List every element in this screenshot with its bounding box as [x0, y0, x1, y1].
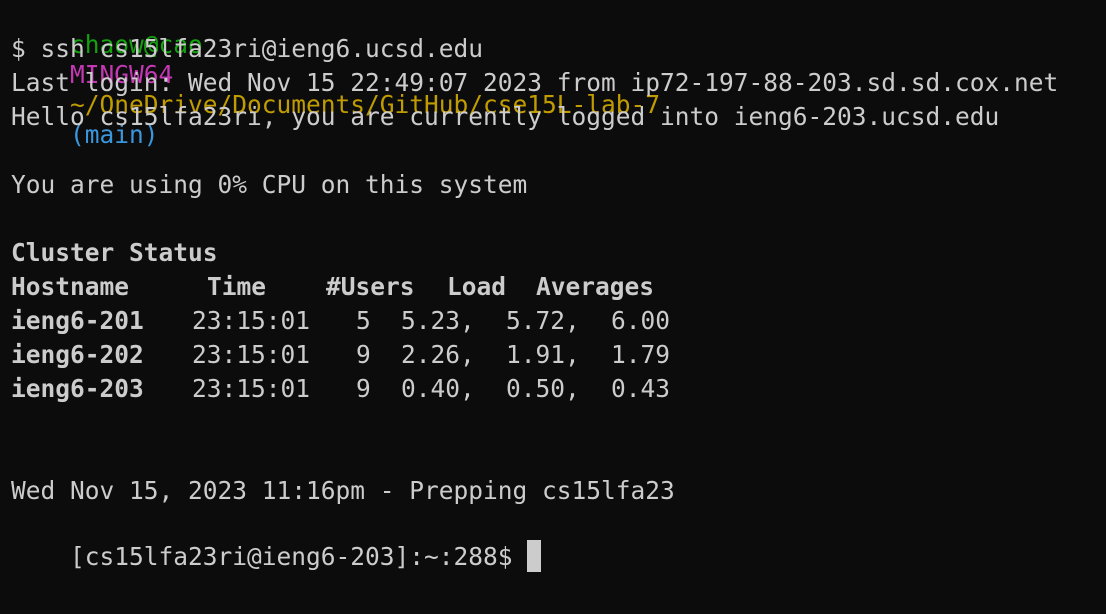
- row-users: 9: [356, 374, 371, 403]
- terminal-window[interactable]: chaow@cao MINGW64 ~/OneDrive/Documents/G…: [0, 0, 1106, 572]
- header-hostname: Hostname: [11, 272, 130, 301]
- row-load-3: 6.00: [611, 306, 671, 335]
- row-load-3: 1.79: [611, 340, 671, 369]
- last-login-line: Last login: Wed Nov 15 22:49:07 2023 fro…: [11, 68, 1059, 97]
- prepping-line: Wed Nov 15, 2023 11:16pm - Prepping cs15…: [11, 476, 675, 505]
- row-load-1: 0.40,: [401, 374, 475, 403]
- row-time: 23:15:01: [192, 306, 311, 335]
- row-users: 9: [356, 340, 371, 369]
- header-load: Load: [447, 272, 507, 301]
- remote-prompt: [cs15lfa23ri@ieng6-203]:~:288$: [70, 542, 513, 571]
- cluster-row: ieng6-202 23:15:01 9 2.26, 1.91, 1.79: [11, 340, 711, 374]
- cluster-row: ieng6-201 23:15:01 5 5.23, 5.72, 6.00: [11, 306, 711, 340]
- hello-line: Hello cs15lfa23ri, you are currently log…: [11, 102, 1000, 131]
- cpu-usage-line: You are using 0% CPU on this system: [11, 170, 528, 199]
- cluster-table-header: Hostname Time #Users Load Averages: [11, 272, 711, 306]
- header-time: Time: [207, 272, 267, 301]
- row-hostname: ieng6-201: [11, 306, 144, 335]
- header-averages: Averages: [536, 272, 655, 301]
- row-load-1: 2.26,: [401, 340, 475, 369]
- row-load-2: 1.91,: [506, 340, 580, 369]
- row-hostname: ieng6-202: [11, 340, 144, 369]
- row-time: 23:15:01: [192, 374, 311, 403]
- local-prompt-line: chaow@cao MINGW64 ~/OneDrive/Documents/G…: [11, 0, 660, 149]
- header-users: #Users: [326, 272, 415, 301]
- cluster-row: ieng6-203 23:15:01 9 0.40, 0.50, 0.43: [11, 374, 711, 408]
- text-cursor[interactable]: [526, 540, 541, 572]
- row-hostname: ieng6-203: [11, 374, 144, 403]
- row-load-2: 5.72,: [506, 306, 580, 335]
- cluster-status-title: Cluster Status: [11, 238, 218, 267]
- row-load-1: 5.23,: [401, 306, 475, 335]
- row-load-3: 0.43: [611, 374, 671, 403]
- row-load-2: 0.50,: [506, 374, 580, 403]
- row-time: 23:15:01: [192, 340, 311, 369]
- ssh-command-line: $ ssh cs15lfa23ri@ieng6.ucsd.edu: [11, 34, 484, 63]
- row-users: 5: [356, 306, 371, 335]
